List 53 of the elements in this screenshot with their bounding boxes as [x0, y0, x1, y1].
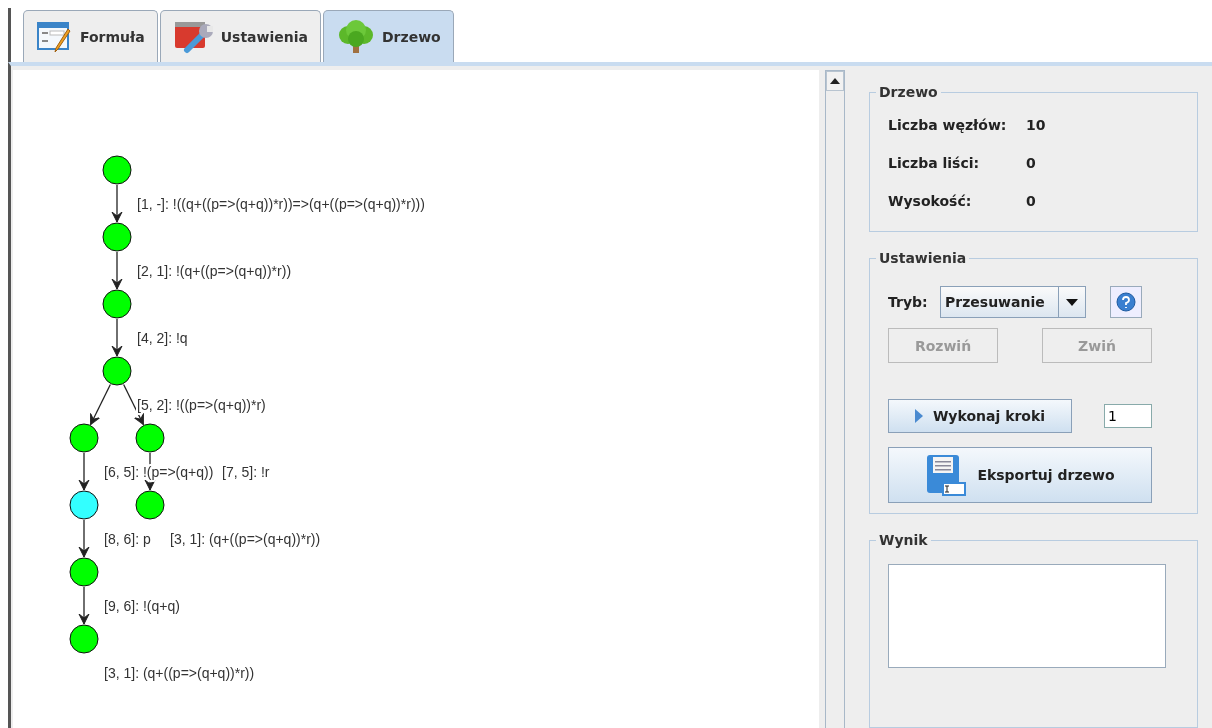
up-arrow-icon [830, 78, 840, 84]
result-field[interactable] [888, 564, 1166, 668]
tree-node[interactable] [69, 557, 99, 587]
tab[interactable]: Formuła [23, 10, 158, 62]
tree-icon [336, 19, 376, 54]
tree-node[interactable] [102, 155, 132, 185]
node-label: [1, -]: !((q+((p=>(q+q))*r))=>(q+((p=>(q+q))*r))) [137, 196, 425, 212]
stat-value: 0 [1026, 155, 1036, 171]
tree-node[interactable] [69, 423, 99, 453]
stat-value: 10 [1026, 117, 1046, 133]
tab[interactable]: Ustawienia [159, 10, 321, 62]
toolbox-wrench-icon [172, 19, 215, 54]
tree-node[interactable] [69, 490, 99, 520]
stat-label: Wysokość: [888, 193, 973, 209]
node-label: [3, 1]: (q+((p=>(q+q))*r)) [170, 531, 321, 547]
mode-dropdown[interactable]: Przesuwanie [940, 286, 1086, 318]
play-icon [914, 409, 923, 423]
tree-node[interactable] [102, 356, 132, 386]
edge-arrow [78, 519, 90, 558]
run-steps-button[interactable]: Wykonaj kroki [888, 399, 1072, 433]
node-label: [8, 6]: p [104, 531, 151, 547]
tree-node[interactable] [135, 490, 165, 520]
stat-label: Liczba węzłów: [888, 117, 1008, 133]
node-label: [3, 1]: (q+((p=>(q+q))*r)) [104, 665, 255, 681]
edge-arrow [111, 251, 123, 290]
mode-label: Tryb: [888, 294, 929, 310]
tab[interactable]: Drzewo [323, 10, 454, 62]
node-label: [9, 6]: !(q+q) [104, 598, 180, 614]
export-button[interactable]: Eksportuj drzewo [888, 447, 1152, 503]
tree-node[interactable] [102, 222, 132, 252]
tree-node[interactable] [135, 423, 165, 453]
steps-field[interactable]: 1 [1104, 404, 1152, 428]
help-button[interactable] [1110, 286, 1142, 318]
node-label: [7, 5]: !r [222, 464, 270, 480]
tree-node[interactable] [102, 289, 132, 319]
node-label: [5, 2]: !((p=>(q+q))*r) [137, 397, 266, 413]
stat-label: Liczba liści: [888, 155, 981, 171]
group-title: Ustawienia [878, 250, 968, 266]
edge-arrow [111, 184, 123, 223]
help-icon [1116, 292, 1136, 312]
edge-arrow [111, 318, 123, 357]
tree-node[interactable] [69, 624, 99, 654]
scroll-up-button[interactable] [826, 71, 844, 91]
floppy-disk-icon [925, 453, 968, 497]
group-title: Wynik [878, 532, 929, 548]
caret-icon [1066, 298, 1078, 306]
stat-value: 0 [1026, 193, 1036, 209]
node-label: [4, 2]: !q [137, 330, 188, 346]
node-label: [2, 1]: !(q+((p=>(q+q))*r)) [137, 263, 292, 279]
edge-arrow [78, 452, 90, 491]
edge-arrow [78, 586, 90, 625]
group-title: Drzewo [878, 84, 939, 100]
edge-arrow [89, 383, 112, 426]
